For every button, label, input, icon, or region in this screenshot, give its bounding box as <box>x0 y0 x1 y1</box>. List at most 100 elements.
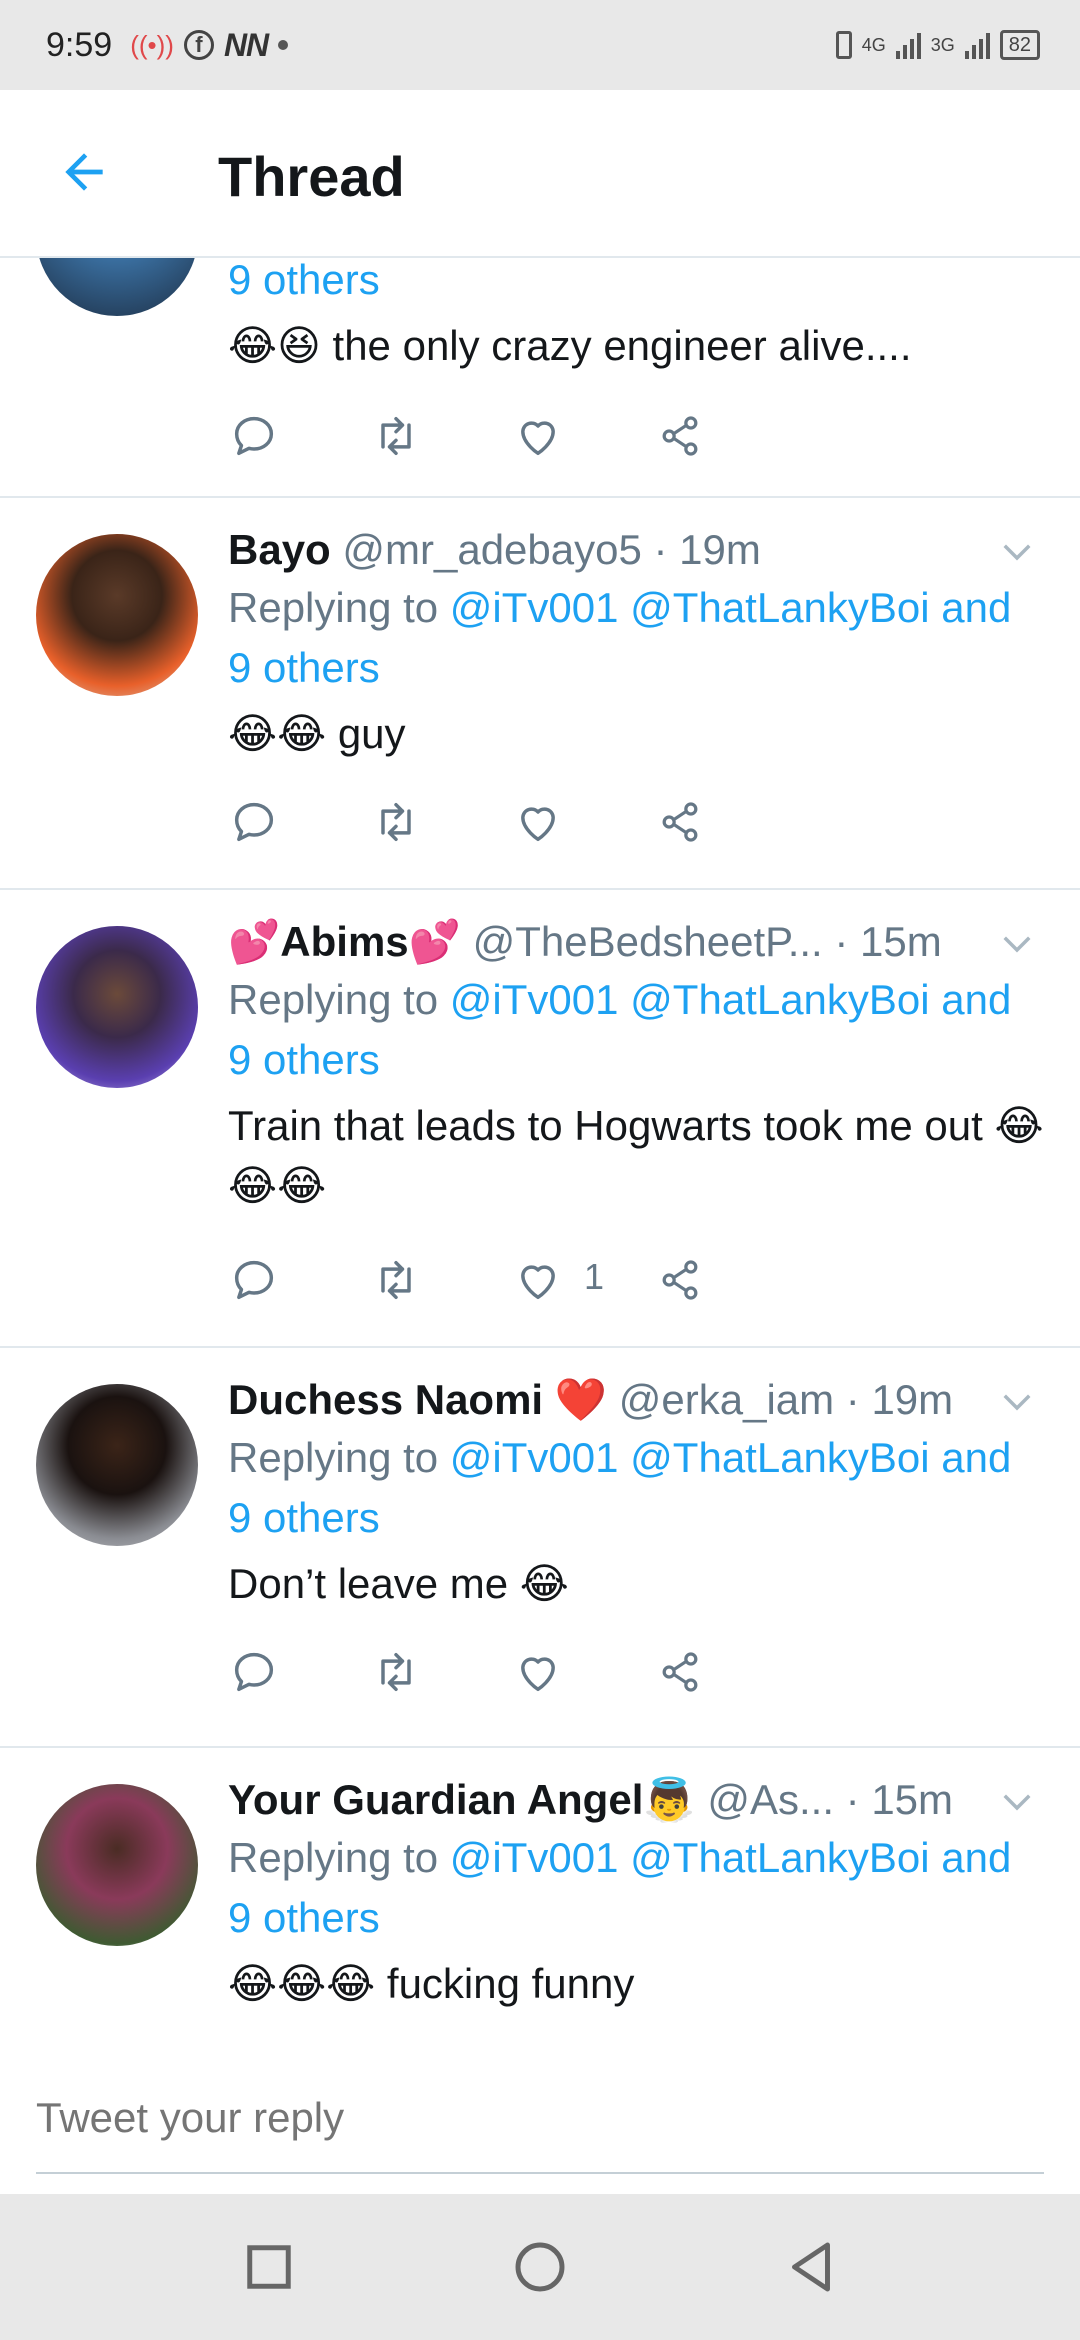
reply-button[interactable] <box>228 792 288 852</box>
tweet[interactable]: Bayo @mr_adebayo5 · 19m Replying to @iTv… <box>0 498 1080 890</box>
facebook-icon: f <box>183 30 214 60</box>
status-bar: 9:59 ((•)) f NN 4G 3G 82 <box>0 0 1080 90</box>
reply-input-underline <box>36 2172 1044 2174</box>
replying-to: Replying to @iTv001 @ThatLankyBoi and <box>228 1428 1044 1488</box>
share-button[interactable] <box>654 792 714 852</box>
thread-feed[interactable]: 9 others 😂😆 the only crazy engineer aliv… <box>0 258 1080 2054</box>
retweet-button[interactable] <box>370 406 430 466</box>
tweet-body: 9 others 😂😆 the only crazy engineer aliv… <box>228 258 1044 376</box>
tweet-header: 💕Abims💕 @TheBedsheetP... · 15m <box>228 914 1044 970</box>
share-button[interactable] <box>654 1250 714 1310</box>
signal-icon-2 <box>964 31 990 59</box>
like-button[interactable] <box>512 792 572 852</box>
reply-icon <box>234 802 274 842</box>
replying-others-link[interactable]: 9 others <box>228 258 1044 310</box>
avatar[interactable] <box>36 534 198 696</box>
tweet[interactable]: Your Guardian Angel👼 @As... · 15m Replyi… <box>0 1748 1080 2054</box>
tweet-actions <box>228 1642 928 1702</box>
replying-to-links[interactable]: @iTv001 @ThatLankyBoi and <box>450 1834 1012 1881</box>
replying-to-links[interactable]: @iTv001 @ThatLankyBoi and <box>450 584 1012 631</box>
share-button[interactable] <box>654 406 714 466</box>
replying-prefix: Replying to <box>228 584 450 631</box>
tweet-text: 😂😂😂 fucking funny <box>228 1960 635 2007</box>
nn-app-icon: NN <box>223 26 269 63</box>
chevron-down-icon[interactable] <box>996 1780 1038 1822</box>
avatar[interactable] <box>36 1784 198 1946</box>
share-button[interactable] <box>654 1642 714 1702</box>
avatar[interactable] <box>36 258 198 316</box>
tweet-header: Your Guardian Angel👼 @As... · 15m <box>228 1772 1044 1828</box>
reply-icon <box>234 1260 274 1300</box>
display-name[interactable]: Bayo <box>228 526 331 573</box>
retweet-button[interactable] <box>370 1642 430 1702</box>
retweet-button[interactable] <box>370 1250 430 1310</box>
network-4g-label: 4G <box>861 34 886 55</box>
reply-icon <box>234 416 274 456</box>
avatar[interactable] <box>36 926 198 1088</box>
handle-time: @TheBedsheetP... · 15m <box>472 918 942 965</box>
tweet[interactable]: Duchess Naomi ❤️ @erka_iam · 19m Replyin… <box>0 1348 1080 1748</box>
replying-others-link[interactable]: 9 others <box>228 638 1044 698</box>
retweet-icon <box>381 802 411 842</box>
replying-to: Replying to @iTv001 @ThatLankyBoi and <box>228 970 1044 1030</box>
replying-prefix: Replying to <box>228 1434 450 1481</box>
hotspot-icon: ((•)) <box>130 29 174 60</box>
tweet-body: Duchess Naomi ❤️ @erka_iam · 19m Replyin… <box>228 1372 1044 1614</box>
recent-apps-icon[interactable] <box>236 2234 302 2300</box>
home-icon[interactable] <box>507 2234 573 2300</box>
reply-button[interactable] <box>228 406 288 466</box>
status-left: 9:59 ((•)) f NN <box>46 26 289 65</box>
reply-button[interactable] <box>228 1642 288 1702</box>
replying-to: Replying to @iTv001 @ThatLankyBoi and <box>228 1828 1044 1888</box>
heart-icon <box>521 421 555 456</box>
display-name[interactable]: Duchess Naomi ❤️ <box>228 1376 607 1423</box>
reply-bar <box>0 2054 1080 2194</box>
vibrate-icon <box>835 31 852 59</box>
tweet-reply-input[interactable] <box>36 2094 1044 2142</box>
display-name[interactable]: 💕Abims💕 <box>228 918 461 965</box>
replying-others-link[interactable]: 9 others <box>228 1888 1044 1948</box>
signal-icon <box>895 31 921 59</box>
tweet-text: Don’t leave me 😂 <box>228 1560 569 1607</box>
notification-dot-icon <box>278 40 289 50</box>
retweet-button[interactable] <box>370 792 430 852</box>
replying-prefix: Replying to <box>228 1834 450 1881</box>
chevron-down-icon[interactable] <box>996 922 1038 964</box>
display-name[interactable]: Your Guardian Angel👼 <box>228 1776 696 1823</box>
like-button[interactable] <box>512 406 572 466</box>
chevron-down-icon[interactable] <box>996 530 1038 572</box>
share-icon <box>662 1652 698 1692</box>
avatar[interactable] <box>36 1384 198 1546</box>
tweet[interactable]: 💕Abims💕 @TheBedsheetP... · 15m Replying … <box>0 890 1080 1348</box>
back-nav-icon[interactable] <box>778 2234 844 2300</box>
system-nav-bar <box>0 2194 1080 2340</box>
handle-time: @As... · 15m <box>707 1776 954 1823</box>
reply-button[interactable] <box>228 1250 288 1310</box>
like-button[interactable] <box>512 1250 572 1310</box>
share-icon <box>662 416 698 456</box>
like-button[interactable] <box>512 1642 572 1702</box>
back-arrow-icon[interactable] <box>56 144 112 200</box>
tweet[interactable]: 9 others 😂😆 the only crazy engineer aliv… <box>0 258 1080 498</box>
replying-to-links[interactable]: @iTv001 @ThatLankyBoi and <box>450 1434 1012 1481</box>
tweet-text: Train that leads to Hogwarts took me out… <box>228 1102 1044 1209</box>
replying-others-link[interactable]: 9 others <box>228 1030 1044 1090</box>
retweet-icon <box>381 1260 411 1300</box>
chevron-down-icon[interactable] <box>996 1380 1038 1422</box>
tweet-body: 💕Abims💕 @TheBedsheetP... · 15m Replying … <box>228 914 1044 1216</box>
tweet-actions <box>228 406 928 466</box>
share-icon <box>662 802 698 842</box>
retweet-icon <box>381 416 411 456</box>
tweet-actions <box>228 792 928 852</box>
handle-time: @mr_adebayo5 · 19m <box>342 526 761 573</box>
tweet-body: Your Guardian Angel👼 @As... · 15m Replyi… <box>228 1772 1044 2014</box>
network-3g-label: 3G <box>930 34 955 55</box>
share-icon <box>662 1260 698 1300</box>
tweet-header: Duchess Naomi ❤️ @erka_iam · 19m <box>228 1372 1044 1428</box>
heart-icon <box>521 1265 555 1300</box>
tweet-actions: 1 <box>228 1250 928 1310</box>
replying-others-link[interactable]: 9 others <box>228 1488 1044 1548</box>
page-title: Thread <box>218 145 405 208</box>
tweet-text: 😂😂 guy <box>228 710 406 757</box>
replying-to-links[interactable]: @iTv001 @ThatLankyBoi and <box>450 976 1012 1023</box>
